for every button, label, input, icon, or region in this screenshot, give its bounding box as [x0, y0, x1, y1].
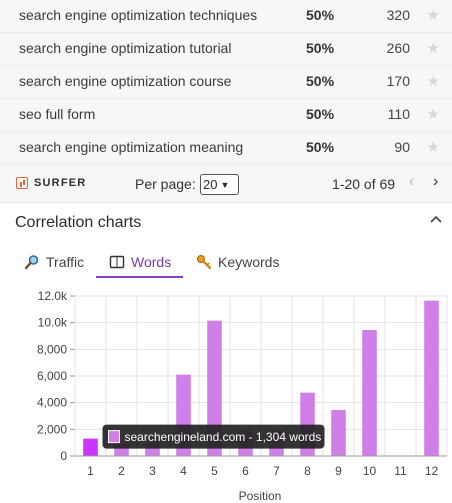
y-tick-label: 10.0k — [38, 316, 68, 330]
volume-cell: 260 — [386, 40, 410, 56]
tab-label: Words — [131, 254, 172, 270]
difficulty-cell: 50% — [306, 139, 335, 155]
x-tick-label: 8 — [304, 464, 311, 478]
tab-label: Keywords — [218, 254, 280, 270]
y-tick-label: 6,000 — [37, 369, 67, 383]
x-tick-label: 6 — [242, 464, 249, 478]
words-correlation-chart: 0 2,000 4,000 6,000 8,000 10.0k 12.0k 1 2 3 4 5 6 7 8 9… — [0, 286, 452, 503]
keyword-cell[interactable]: seo full form — [19, 106, 95, 122]
chart-bar — [331, 410, 346, 456]
table-row[interactable]: search engine optimization meaning 50% 9… — [0, 132, 452, 165]
volume-cell: 110 — [387, 106, 410, 122]
x-tick-label: 10 — [363, 464, 377, 478]
difficulty-cell: 50% — [306, 73, 335, 89]
table-row[interactable]: seo full form 50% 110 ★ — [0, 99, 452, 132]
y-tick-label: 12.0k — [38, 289, 68, 303]
surfer-logo-icon — [16, 177, 28, 189]
y-tick-label: 0 — [60, 449, 67, 463]
surfer-logo: SURFER — [16, 177, 86, 189]
chevron-right-icon[interactable]: › — [433, 173, 438, 191]
y-tick-label: 8,000 — [37, 342, 67, 356]
table-row[interactable]: search engine optimization course 50% 17… — [0, 66, 452, 99]
x-tick-label: 11 — [394, 464, 407, 478]
y-tick-label: 2,000 — [37, 422, 67, 436]
correlation-tabs: Traffic Words Keywords — [0, 248, 452, 278]
tooltip-swatch — [108, 430, 120, 444]
keyword-table: search engine optimization techniques 50… — [0, 0, 452, 165]
key-icon — [196, 254, 212, 270]
x-axis-label: Position — [239, 489, 282, 503]
per-page-select[interactable]: 20 ▼ — [200, 174, 239, 195]
section-title: Correlation charts — [15, 214, 142, 231]
difficulty-cell: 50% — [306, 40, 335, 56]
star-icon[interactable]: ★ — [427, 105, 440, 123]
chart-bar — [362, 330, 377, 456]
chart-svg: 02,0004,0006,0008,00010.0k12.0k1 2 3 4 5 6 7 8 9… — [37, 289, 448, 503]
volume-cell: 170 — [386, 73, 410, 89]
x-tick-label: 12 — [425, 464, 439, 478]
star-icon[interactable]: ★ — [427, 6, 440, 24]
tab-keywords[interactable]: Keywords — [196, 248, 279, 278]
tab-words[interactable]: Words — [96, 248, 183, 278]
keyword-cell[interactable]: search engine optimization techniques — [19, 7, 257, 23]
x-tick-label: 2 — [118, 464, 125, 478]
tooltip-text: searchengineland.com - 1,304 words — [125, 430, 322, 444]
chevron-down-icon: ▼ — [220, 179, 230, 190]
surfer-logo-text: SURFER — [34, 177, 87, 189]
x-tick-label: 4 — [180, 464, 187, 478]
x-tick-label: 3 — [149, 464, 156, 478]
star-icon[interactable]: ★ — [427, 39, 440, 57]
x-tick-label: 5 — [211, 464, 218, 478]
difficulty-cell: 50% — [306, 106, 335, 122]
chevron-left-icon[interactable]: ‹ — [409, 173, 414, 191]
tab-label: Traffic — [46, 254, 85, 270]
x-tick-label: 9 — [335, 464, 342, 478]
keyword-cell[interactable]: search engine optimization course — [19, 73, 231, 89]
table-row[interactable]: search engine optimization techniques 50… — [0, 0, 452, 33]
volume-cell: 90 — [394, 139, 410, 155]
keyword-cell[interactable]: search engine optimization tutorial — [19, 40, 231, 56]
chevron-up-icon[interactable] — [429, 213, 443, 227]
page-range: 1-20 of 69 — [332, 176, 396, 192]
book-icon — [109, 254, 125, 270]
keyword-cell[interactable]: search engine optimization meaning — [19, 139, 243, 155]
tab-traffic[interactable]: Traffic — [24, 248, 84, 278]
x-tick-label: 1 — [87, 464, 94, 478]
difficulty-cell: 50% — [306, 7, 335, 23]
star-icon[interactable]: ★ — [427, 72, 440, 90]
magnifier-icon — [24, 254, 40, 270]
chart-bar — [83, 438, 98, 456]
chart-bar — [424, 300, 439, 456]
pagination-bar: SURFER Per page: 20 ▼ 1-20 of 69 ‹ › — [0, 165, 452, 203]
volume-cell: 320 — [386, 7, 410, 23]
per-page-label: Per page: — [135, 176, 196, 192]
star-icon[interactable]: ★ — [427, 138, 440, 156]
y-tick-label: 4,000 — [37, 396, 67, 410]
table-row[interactable]: search engine optimization tutorial 50% … — [0, 33, 452, 66]
x-tick-label: 7 — [273, 464, 280, 478]
per-page-value: 20 — [203, 177, 218, 192]
